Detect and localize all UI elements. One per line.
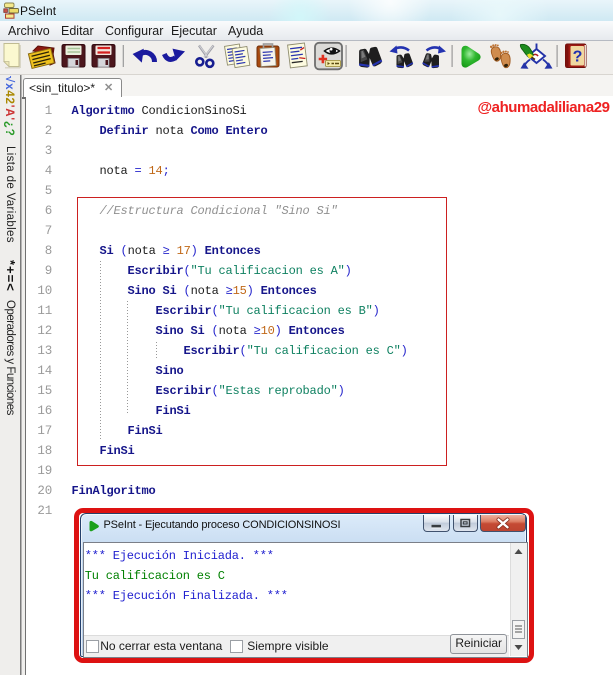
svg-text:?: ? [573, 49, 583, 66]
